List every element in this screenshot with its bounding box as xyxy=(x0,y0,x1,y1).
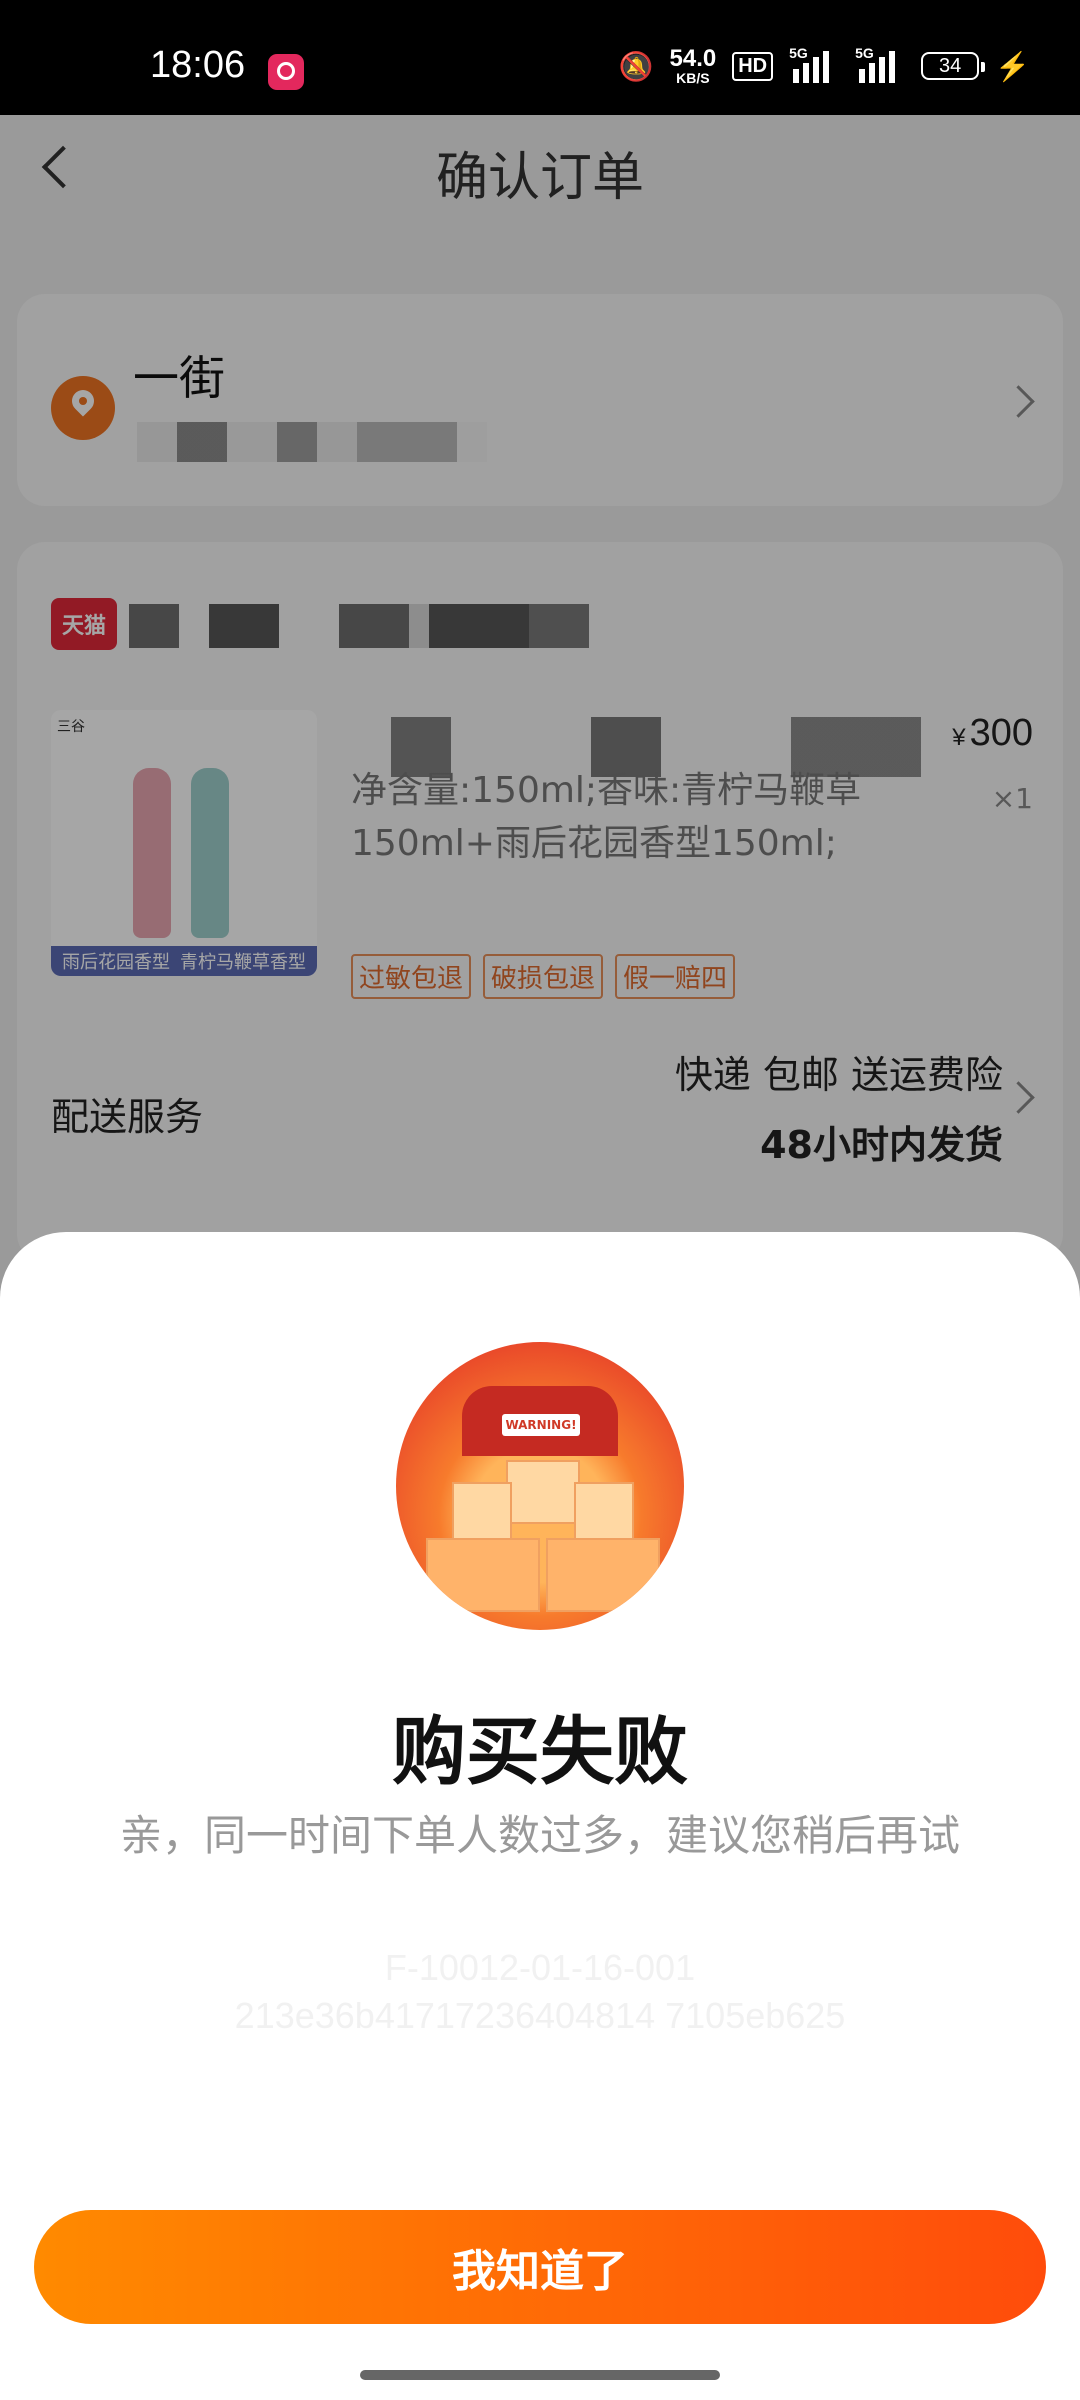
dialog-title: 购买失败 xyxy=(392,1709,688,1795)
battery-icon: 34 xyxy=(921,52,986,80)
net-speed-unit: KB/S xyxy=(676,70,710,86)
parcel-box xyxy=(546,1538,660,1612)
signal-icon-2: 5G xyxy=(855,45,905,83)
purchase-failed-sheet: WARNING! 购买失败 亲，同一时间下单人数过多，建议您稍后再试 F-100… xyxy=(0,1232,1080,2400)
signal-icon-1: 5G xyxy=(789,45,839,83)
dialog-message: 亲，同一时间下单人数过多，建议您稍后再试 xyxy=(119,1811,960,1860)
acknowledge-button[interactable]: 我知道了 xyxy=(34,2210,1046,2324)
signal-2-label: 5G xyxy=(855,45,874,61)
error-code-line-2: 213e36b41717236404814 7105eb625 xyxy=(234,1995,846,2036)
mute-bell-icon: 🔕 xyxy=(618,50,654,82)
status-time: 18:06 xyxy=(150,44,246,86)
net-speed-value: 54.0 xyxy=(669,45,717,72)
parcel-box xyxy=(426,1538,540,1612)
app-notification-icon xyxy=(268,54,304,90)
warning-sign: WARNING! xyxy=(502,1414,580,1436)
parcel-box xyxy=(452,1482,512,1540)
signal-1-label: 5G xyxy=(789,45,808,61)
home-indicator[interactable] xyxy=(360,2370,720,2380)
status-icons: 🔕 54.0 KB/S HD 5G 5G 34 ⚡ xyxy=(618,45,1030,86)
hd-icon: HD xyxy=(732,51,774,81)
error-code: F-10012-01-16-001 213e36b41717236404814 … xyxy=(0,1944,1080,2040)
net-speed: 54.0 KB/S xyxy=(669,45,717,86)
charging-icon: ⚡ xyxy=(995,50,1030,82)
warning-truck-illustration: WARNING! xyxy=(396,1342,684,1630)
status-bar: 18:06 🔕 54.0 KB/S HD 5G 5G 34 ⚡ xyxy=(0,0,1080,115)
parcel-box xyxy=(574,1482,634,1540)
parcel-box xyxy=(506,1460,580,1524)
error-code-line-1: F-10012-01-16-001 xyxy=(384,1947,696,1988)
